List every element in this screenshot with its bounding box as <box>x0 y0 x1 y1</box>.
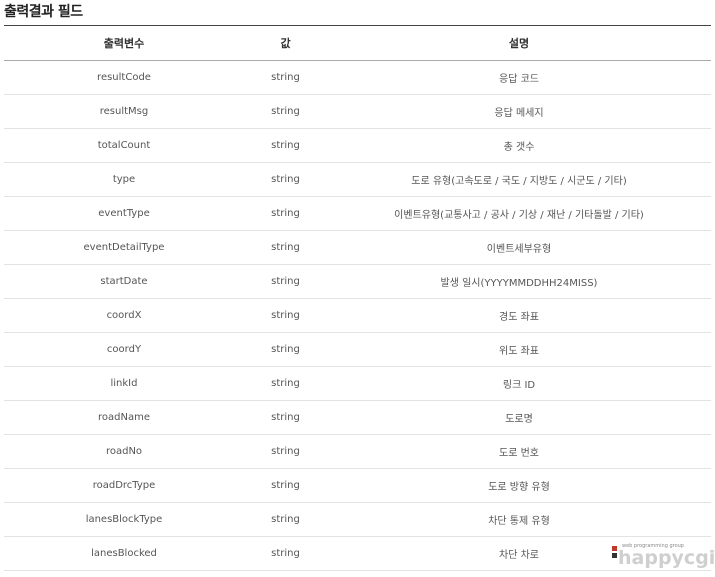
cell-output-variable: startDate <box>4 264 244 299</box>
table-row: roadDrcType string 도로 방향 유형 <box>4 468 711 503</box>
cell-value: string <box>244 60 327 95</box>
cell-description: 이벤트유형(교통사고 / 공사 / 기상 / 재난 / 기타돌발 / 기타) <box>327 196 711 231</box>
table-row: lanesBlockType string 차단 통제 유형 <box>4 502 711 537</box>
cell-value: string <box>244 434 327 469</box>
section-title: 출력결과 필드 <box>4 4 83 20</box>
cell-output-variable: roadDrcType <box>4 468 244 503</box>
table-row: roadName string 도로명 <box>4 400 711 435</box>
cell-description: 링크 ID <box>327 366 711 401</box>
cell-description: 경도 좌표 <box>327 298 711 333</box>
table-row: eventType string 이벤트유형(교통사고 / 공사 / 기상 / 재난… <box>4 196 711 231</box>
cell-value: string <box>244 366 327 401</box>
table-row: linkId string 링크 ID <box>4 366 711 401</box>
cell-output-variable: eventDetailType <box>4 230 244 265</box>
table-row: coordY string 위도 좌표 <box>4 332 711 367</box>
cell-description: 도로 방향 유형 <box>327 468 711 503</box>
table-row: startDate string 발생 일시(YYYYMMDDHH24MISS) <box>4 264 711 299</box>
table-row: resultCode string 응답 코드 <box>4 60 711 95</box>
cell-description: 도로명 <box>327 400 711 435</box>
cell-description: 응답 메세지 <box>327 94 711 129</box>
table-row: type string 도로 유형(고속도로 / 국도 / 지방도 / 시군도 / … <box>4 162 711 197</box>
table-row: resultMsg string 응답 메세지 <box>4 94 711 129</box>
cell-description: 응답 코드 <box>327 60 711 95</box>
cell-value: string <box>244 298 327 333</box>
cell-output-variable: lanesBlockType <box>4 502 244 537</box>
cell-description: 도로 유형(고속도로 / 국도 / 지방도 / 시군도 / 기타) <box>327 162 711 197</box>
cell-value: string <box>244 400 327 435</box>
cell-output-variable: resultCode <box>4 60 244 95</box>
table-row: totalCount string 총 갯수 <box>4 128 711 163</box>
cell-value: string <box>244 128 327 163</box>
output-fields-table: 출력변수 값 설명 resultCode string 응답 코드 resultMsg… <box>4 25 711 571</box>
cell-output-variable: resultMsg <box>4 94 244 129</box>
cell-description: 위도 좌표 <box>327 332 711 367</box>
cell-output-variable: type <box>4 162 244 197</box>
header-value: 값 <box>244 25 327 61</box>
cell-description: 도로 번호 <box>327 434 711 469</box>
table-row: eventDetailType string 이벤트세부유형 <box>4 230 711 265</box>
header-description: 설명 <box>327 25 711 61</box>
cell-value: string <box>244 502 327 537</box>
header-output-variable: 출력변수 <box>4 25 244 61</box>
cell-description: 이벤트세부유형 <box>327 230 711 265</box>
watermark-logo-text: happycgi <box>618 547 715 569</box>
table-row: lanesBlocked string 차단 차로 <box>4 536 711 571</box>
cell-output-variable: coordY <box>4 332 244 367</box>
cell-output-variable: roadName <box>4 400 244 435</box>
cell-output-variable: totalCount <box>4 128 244 163</box>
table-header-row: 출력변수 값 설명 <box>4 25 711 61</box>
table-row: roadNo string 도로 번호 <box>4 434 711 469</box>
happycgi-watermark: web programming group happycgi <box>612 543 715 575</box>
cell-output-variable: linkId <box>4 366 244 401</box>
cell-description: 발생 일시(YYYYMMDDHH24MISS) <box>327 264 711 299</box>
cell-value: string <box>244 230 327 265</box>
cell-value: string <box>244 264 327 299</box>
cell-value: string <box>244 162 327 197</box>
cell-value: string <box>244 536 327 571</box>
watermark-accent-icon <box>612 543 617 558</box>
cell-description: 차단 통제 유형 <box>327 502 711 537</box>
cell-output-variable: coordX <box>4 298 244 333</box>
table-row: coordX string 경도 좌표 <box>4 298 711 333</box>
cell-value: string <box>244 332 327 367</box>
cell-output-variable: eventType <box>4 196 244 231</box>
cell-value: string <box>244 468 327 503</box>
cell-value: string <box>244 94 327 129</box>
cell-output-variable: roadNo <box>4 434 244 469</box>
cell-description: 총 갯수 <box>327 128 711 163</box>
cell-value: string <box>244 196 327 231</box>
cell-output-variable: lanesBlocked <box>4 536 244 571</box>
